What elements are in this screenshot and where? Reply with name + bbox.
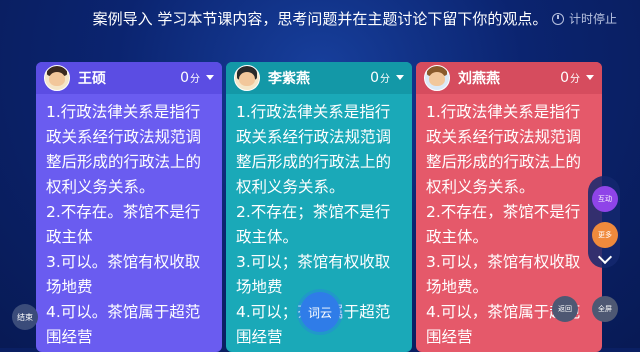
- score-value: 0: [180, 70, 189, 86]
- chevron-down-icon: [206, 75, 214, 80]
- top-bar: 案例导入 学习本节课内容，思考问题并在主题讨论下留下你的观点。 计时停止: [0, 0, 640, 60]
- answer-line: 2.不存在，茶馆不是行政主体。: [426, 203, 581, 246]
- timer-status[interactable]: 计时停止: [552, 10, 617, 27]
- answer-line: 2.不存在；茶馆不是行政主体。: [236, 203, 391, 246]
- score-value: 0: [370, 70, 379, 86]
- timer-label: 计时停止: [569, 12, 618, 26]
- discussion-prompt: 案例导入 学习本节课内容，思考问题并在主题讨论下留下你的观点。: [92, 10, 548, 28]
- score-dropdown[interactable]: 0 分: [560, 70, 594, 86]
- card-header: 刘燕燕 0 分: [416, 62, 602, 94]
- score-unit: 分: [570, 74, 580, 85]
- answer-line: 1.行政法律关系是指行政关系经行政法规范调整后形成的行政法上的权利义务关系。: [426, 103, 582, 196]
- fullscreen-button[interactable]: 全屏: [592, 296, 618, 322]
- word-cloud-button[interactable]: 词云: [300, 292, 340, 332]
- avatar: [44, 65, 70, 91]
- clock-icon: [552, 12, 564, 25]
- answer-line: 3.可以。茶馆有权收取场地费: [46, 253, 201, 296]
- more-button[interactable]: 更多: [592, 222, 618, 248]
- interact-button[interactable]: 互动: [592, 186, 618, 212]
- score-value: 0: [560, 70, 569, 86]
- back-button[interactable]: 返回: [552, 296, 578, 322]
- score-dropdown[interactable]: 0 分: [180, 70, 214, 86]
- avatar: [234, 65, 260, 91]
- student-name: 李紫燕: [268, 71, 310, 87]
- answer-line: 1.行政法律关系是指行政关系经行政法规范调整后形成的行政法上的权利义务关系。: [236, 103, 392, 196]
- score-unit: 分: [380, 74, 390, 85]
- score-unit: 分: [190, 74, 200, 85]
- answer-line: 4.可以。茶馆属于超范围经营: [46, 303, 201, 346]
- avatar: [424, 65, 450, 91]
- student-name: 王硕: [78, 71, 106, 87]
- card-header: 李紫燕 0 分: [226, 62, 412, 94]
- answer-line: 3.可以，茶馆有权收取场地费。: [426, 253, 581, 296]
- answer-line: 2.不存在。茶馆不是行政主体: [46, 203, 201, 246]
- end-button[interactable]: 结束: [12, 304, 38, 330]
- card-header: 王硕 0 分: [36, 62, 222, 94]
- student-name: 刘燕燕: [458, 71, 500, 87]
- chevron-down-icon: [396, 75, 404, 80]
- chevron-down-icon: [586, 75, 594, 80]
- score-dropdown[interactable]: 0 分: [370, 70, 404, 86]
- answer-line: 1.行政法律关系是指行政关系经行政法规范调整后形成的行政法上的权利义务关系。: [46, 103, 202, 196]
- answer-text: 1.行政法律关系是指行政关系经行政法规范调整后形成的行政法上的权利义务关系。 2…: [36, 94, 222, 350]
- answer-card[interactable]: 王硕 0 分 1.行政法律关系是指行政关系经行政法规范调整后形成的行政法上的权利…: [36, 62, 222, 352]
